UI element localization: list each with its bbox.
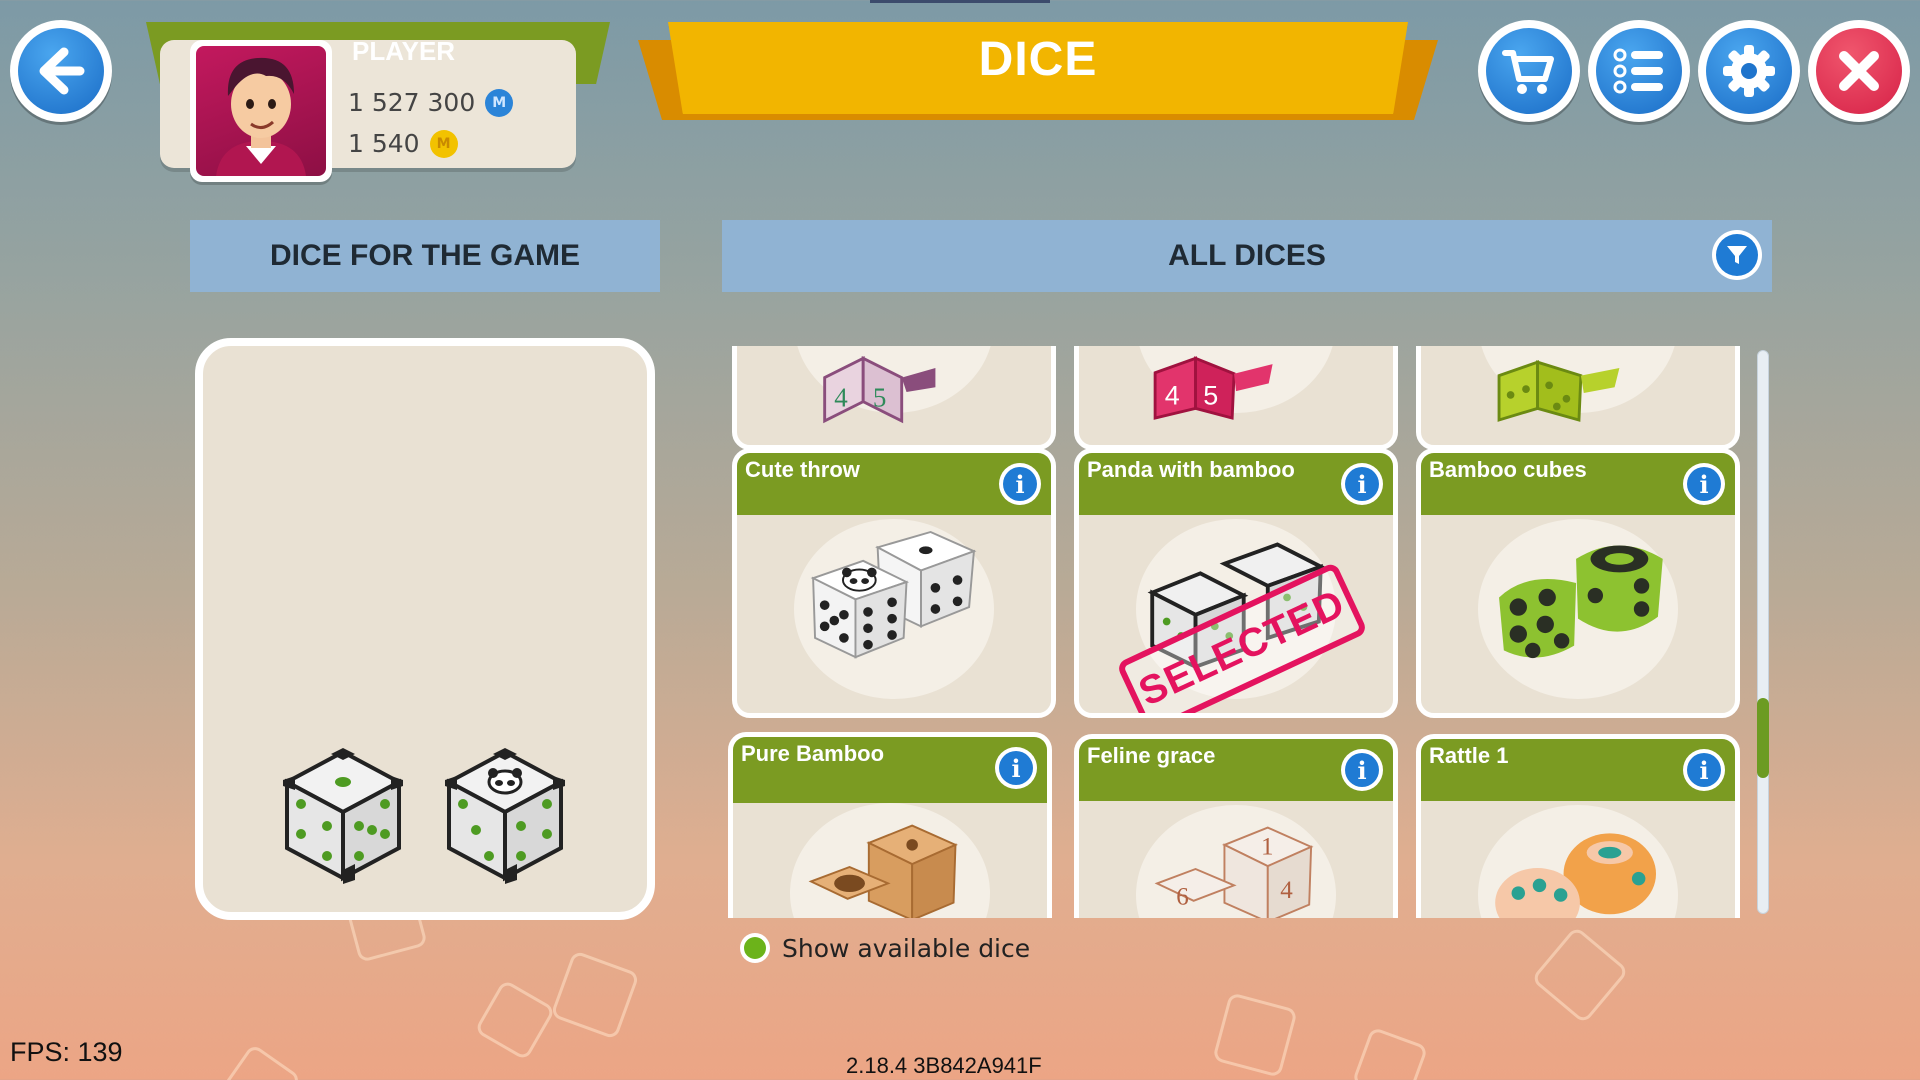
show-available-toggle[interactable]: Show available dice (740, 933, 1030, 963)
dice-card-pure-bamboo[interactable]: Pure Bamboo i (728, 732, 1052, 918)
number-dice-pink-icon: 4 5 (1153, 356, 1273, 420)
white-panda-dice-icon (810, 530, 977, 659)
decor-square (1530, 925, 1630, 1025)
page-title: DICE (978, 33, 1098, 86)
decor-square (550, 950, 640, 1040)
scrollbar-thumb[interactable] (1757, 698, 1769, 778)
dice-card-cute-throw[interactable]: Cute throw i (732, 448, 1056, 718)
dice-card-pink[interactable]: 4 5 (1074, 346, 1398, 450)
decor-square (474, 979, 556, 1061)
gem-coin-icon: M (485, 88, 514, 117)
filter-icon (1727, 246, 1747, 264)
settings-button[interactable] (1698, 20, 1800, 122)
white-number-dice-icon: 1 4 6 (1154, 826, 1314, 918)
all-dices-title: ALL DICES (1168, 239, 1326, 272)
svg-text:4: 4 (1165, 381, 1180, 411)
gold-coin-icon: M (429, 129, 458, 158)
green-leaf-dice-icon (1499, 545, 1663, 659)
svg-text:5: 5 (1203, 381, 1218, 411)
gems-counter: 1 527 300 M (348, 88, 514, 117)
grid-scrollbar[interactable] (1757, 350, 1769, 914)
decor-square (218, 1043, 302, 1080)
shop-button[interactable] (1478, 20, 1580, 122)
number-dice-violet-icon: 4 5 (823, 355, 936, 424)
fps-counter: FPS: 139 (10, 1037, 123, 1067)
show-available-label: Show available dice (782, 933, 1031, 963)
dice-card-panda-bamboo[interactable]: Panda with bamboo i SELECTED (1074, 448, 1398, 718)
dice-card-violet[interactable]: 4 5 (732, 346, 1056, 450)
tasks-button[interactable] (1588, 20, 1690, 122)
cube-dots-icon[interactable] (281, 746, 405, 884)
lime-dice-icon (1497, 360, 1620, 422)
dice-card-bamboo-cubes[interactable]: Bamboo cubes i (1416, 448, 1740, 718)
coins-counter: 1 540 M (348, 129, 458, 158)
game-dice-slot[interactable] (195, 338, 655, 920)
radio-button[interactable] (740, 933, 770, 963)
svg-text:6: 6 (1176, 884, 1189, 911)
decor-square (1212, 992, 1298, 1078)
filter-button[interactable] (1712, 230, 1762, 280)
orange-dot-dice-icon (1495, 833, 1656, 918)
gear-icon (1723, 45, 1775, 97)
dice-for-game-header: DICE FOR THE GAME (190, 220, 660, 292)
version-label: 2.18.4 3B842A941F (846, 1053, 1042, 1078)
arrow-left-icon (39, 47, 85, 95)
close-button[interactable] (1808, 20, 1910, 122)
player-portrait-icon (216, 57, 306, 176)
player-name: PLAYER (352, 36, 456, 66)
cart-icon (1502, 50, 1554, 94)
close-icon (1839, 51, 1879, 91)
radio-dot (744, 937, 766, 959)
svg-text:1: 1 (1261, 834, 1274, 861)
dice-grid[interactable]: 4 5 4 5 Cute throw i Panda with bamboo i… (726, 346, 1742, 918)
svg-text:4: 4 (834, 382, 848, 412)
svg-text:4: 4 (1280, 877, 1293, 904)
all-dices-header: ALL DICES (722, 220, 1772, 292)
wooden-dice-icon (808, 824, 958, 918)
dice-card-feline-grace[interactable]: Feline grace i 1 4 6 (1074, 734, 1398, 918)
avatar[interactable] (190, 40, 332, 182)
dice-card-rattle-1[interactable]: Rattle 1 i (1416, 734, 1740, 918)
svg-text:5: 5 (873, 382, 886, 412)
gems-value: 1 527 300 (348, 88, 476, 117)
coins-value: 1 540 (348, 129, 420, 158)
dice-for-game-title: DICE FOR THE GAME (269, 239, 580, 272)
top-indicator (870, 0, 1050, 3)
dice-card-lime[interactable] (1416, 346, 1740, 450)
cube-panda-icon[interactable] (443, 746, 567, 884)
decor-square (1351, 1026, 1429, 1080)
back-button[interactable] (10, 20, 112, 122)
checklist-icon (1613, 48, 1663, 94)
